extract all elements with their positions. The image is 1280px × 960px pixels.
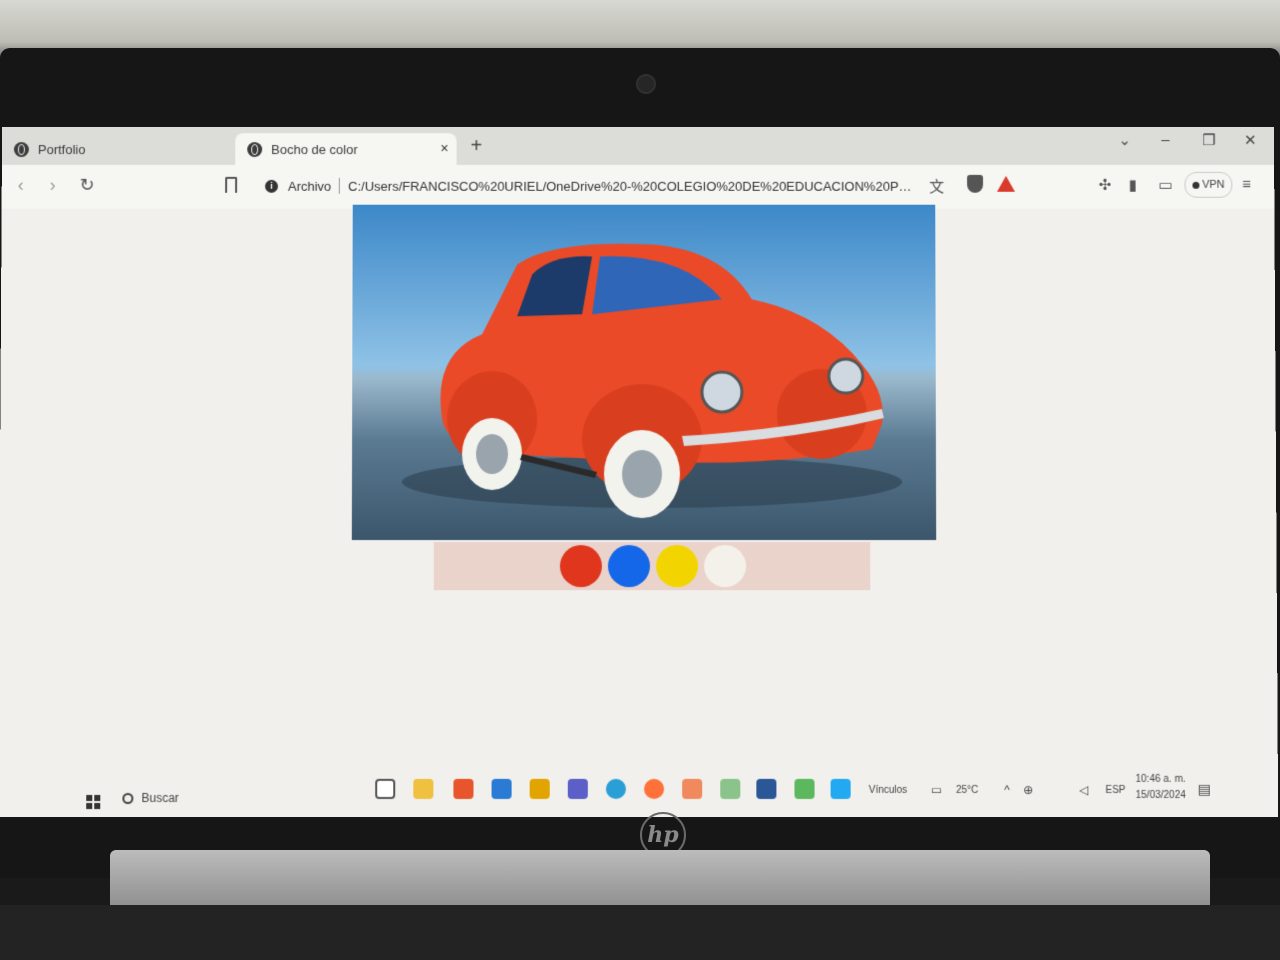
windows-start-icon[interactable] <box>86 794 101 810</box>
tab-bocho-de-color[interactable]: Bocho de color × <box>235 133 457 165</box>
close-window-button[interactable]: ✕ <box>1244 131 1257 149</box>
vscode-icon[interactable] <box>830 778 851 799</box>
address-bar[interactable]: i Archivo C:/Users/FRANCISCO%20URIEL/One… <box>255 171 1023 201</box>
divider <box>339 177 341 194</box>
forward-icon[interactable]: › <box>50 175 56 196</box>
rewards-icon[interactable] <box>996 175 1015 192</box>
wallet-icon[interactable]: ▭ <box>1159 176 1173 194</box>
volume-icon[interactable]: ◁ <box>1079 783 1088 797</box>
sidebar-icon[interactable]: ▮ <box>1129 176 1137 194</box>
globe-icon <box>247 141 263 157</box>
tab-label: Bocho de color <box>271 141 358 157</box>
close-tab-icon[interactable]: × <box>440 140 448 156</box>
car-illustration <box>401 243 902 518</box>
restore-button[interactable]: ❐ <box>1202 131 1216 149</box>
battery-weather-icon[interactable]: ▭ <box>931 783 942 797</box>
brave-shields-icon[interactable] <box>967 174 984 193</box>
reload-icon[interactable]: ↻ <box>79 175 94 196</box>
laptop-base <box>0 905 1280 960</box>
tab-label: Portfolio <box>37 141 86 157</box>
xampp-icon[interactable] <box>682 778 703 799</box>
word-icon[interactable] <box>756 778 777 799</box>
taskbar: Buscar Vínculos ▭ 25°C ^ ⊕ ◁ ESP 10:46 a… <box>0 768 1279 818</box>
temperature-label[interactable]: 25°C <box>956 785 978 796</box>
notepad-icon[interactable] <box>794 778 815 799</box>
tab-bar: Portfolio Bocho de color × + ⌄ – ❐ ✕ <box>1 127 1275 165</box>
clock-time[interactable]: 10:46 a. m. <box>1135 774 1185 785</box>
info-icon[interactable]: i <box>265 179 279 193</box>
language-label[interactable]: ESP <box>1105 785 1125 796</box>
laptop-hinge <box>110 850 1210 910</box>
menu-icon[interactable]: ≡ <box>1242 176 1251 193</box>
translate-icon[interactable]: 文 <box>929 176 944 197</box>
url-text[interactable]: C:/Users/FRANCISCO%20URIEL/OneDrive%20-%… <box>348 178 912 193</box>
new-tab-button[interactable]: + <box>471 135 483 158</box>
tab-search-icon[interactable]: ⌄ <box>1118 131 1131 149</box>
vpn-button[interactable]: VPN <box>1184 171 1233 198</box>
scheme-label: Archivo <box>287 178 332 194</box>
tab-portfolio[interactable]: Portfolio <box>2 133 227 165</box>
links-toolbar[interactable]: Vínculos <box>869 785 908 796</box>
teams-icon[interactable] <box>567 778 588 799</box>
back-icon[interactable]: ‹ <box>18 175 24 196</box>
screen: Portfolio Bocho de color × + ⌄ – ❐ ✕ ‹ ›… <box>0 127 1279 818</box>
file-explorer-icon[interactable] <box>413 778 434 799</box>
color-swatch-red[interactable] <box>559 545 602 588</box>
globe-icon <box>13 141 29 157</box>
color-palette <box>433 542 871 591</box>
clock-date[interactable]: 15/03/2024 <box>1136 790 1186 801</box>
notifications-icon[interactable]: ▤ <box>1198 781 1211 798</box>
vpn-status-icon <box>1192 181 1200 189</box>
extensions-icon[interactable]: ✣ <box>1099 176 1112 194</box>
bookmark-icon[interactable] <box>225 176 238 193</box>
edge-icon[interactable] <box>605 778 626 799</box>
webcam <box>636 74 656 94</box>
task-view-icon[interactable] <box>375 778 396 799</box>
firefox-icon[interactable] <box>644 778 665 799</box>
search-icon <box>122 792 134 804</box>
vpn-label: VPN <box>1202 178 1225 191</box>
sublime-icon[interactable] <box>529 778 550 799</box>
network-icon[interactable]: ⊕ <box>1023 783 1033 797</box>
chevron-up-icon[interactable]: ^ <box>1004 783 1010 797</box>
minimize-button[interactable]: – <box>1161 131 1169 148</box>
toolbar: ‹ › ↻ i Archivo C:/Users/FRANCISCO%20URI… <box>1 164 1275 209</box>
color-swatch-yellow[interactable] <box>656 545 699 588</box>
brave-browser-icon[interactable] <box>453 778 474 799</box>
color-swatch-blue[interactable] <box>607 545 651 588</box>
page-content <box>0 204 1278 769</box>
search-label: Buscar <box>141 790 179 806</box>
mail-icon[interactable] <box>491 778 512 799</box>
app-icon[interactable] <box>720 778 741 799</box>
car-photo <box>351 204 937 541</box>
color-swatch-white[interactable] <box>704 545 747 588</box>
taskbar-search[interactable]: Buscar <box>122 791 179 805</box>
